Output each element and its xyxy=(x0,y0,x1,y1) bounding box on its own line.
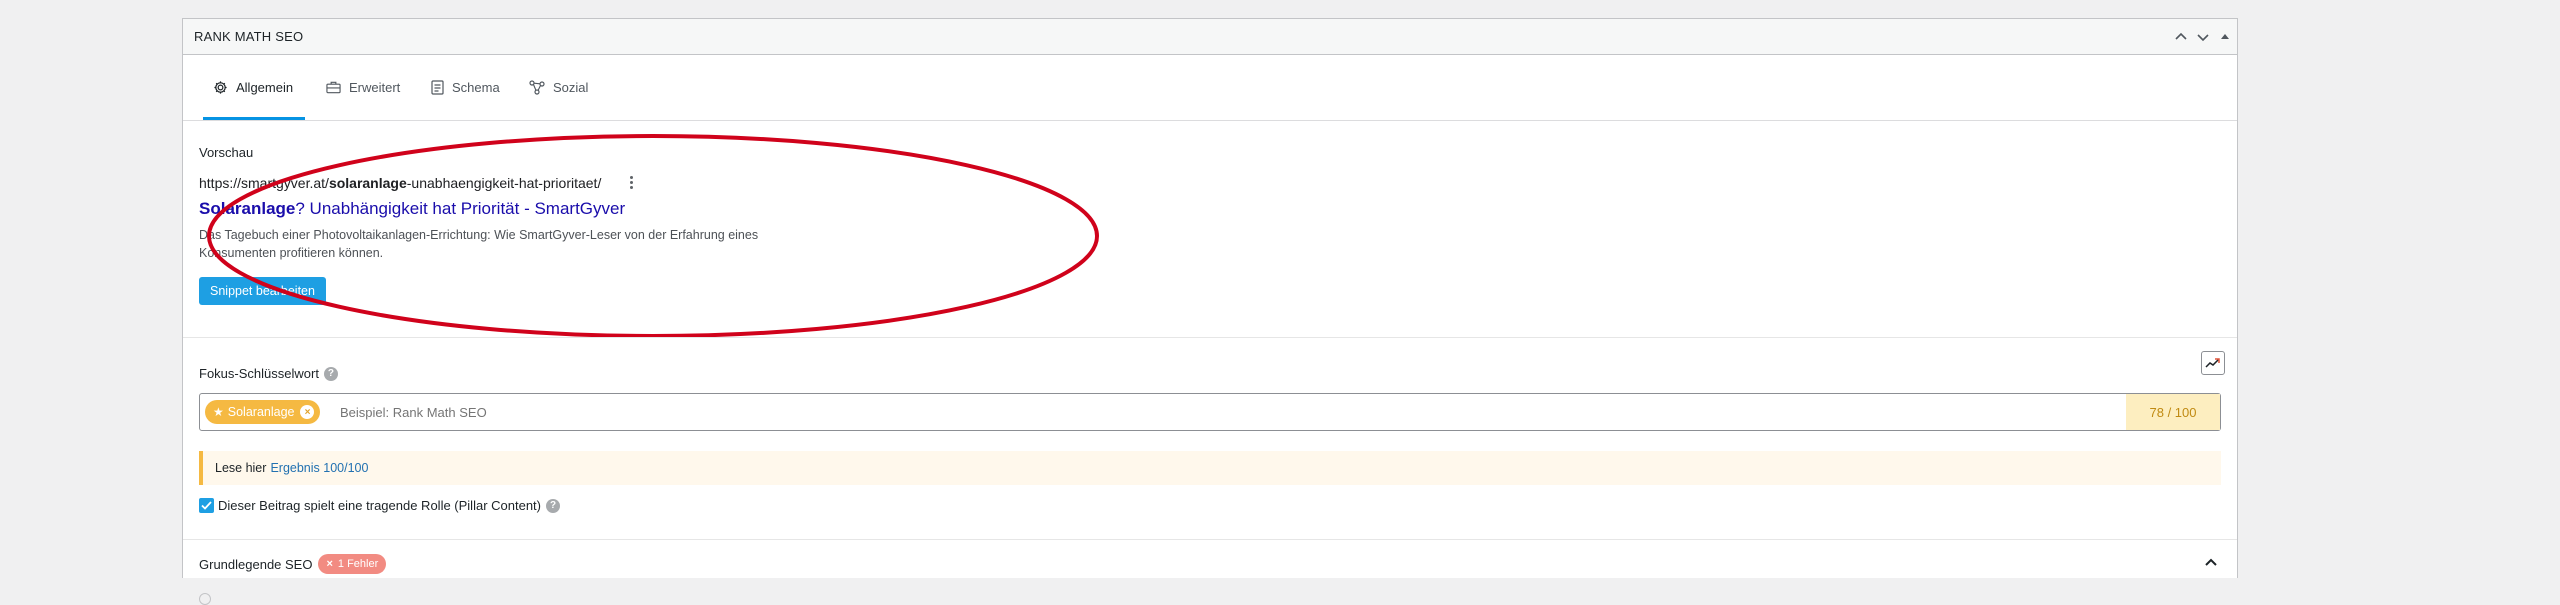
trend-chart-icon xyxy=(2205,358,2220,368)
description-line-1: Das Tagebuch einer Photovoltaikanlagen-E… xyxy=(199,228,759,242)
url-prefix: https://smartgyver.at/ xyxy=(199,175,329,191)
edit-snippet-button[interactable]: Snippet bearbeiten xyxy=(199,277,326,305)
move-down-button[interactable] xyxy=(2193,27,2213,47)
tab-sozial[interactable]: Sozial xyxy=(529,55,588,119)
tab-bar: Allgemein Erweitert Schema Sozial xyxy=(183,55,2237,121)
basic-seo-section-header[interactable]: Grundlegende SEO × 1 Fehler xyxy=(199,554,387,574)
snippet-url: https://smartgyver.at/solaranlage-unabha… xyxy=(199,175,601,191)
help-icon[interactable]: ? xyxy=(323,366,338,381)
tab-label: Allgemein xyxy=(236,79,294,95)
toggle-panel-button[interactable] xyxy=(2215,27,2235,47)
divider xyxy=(183,539,2237,540)
schema-doc-icon xyxy=(431,79,444,95)
chevron-down-icon xyxy=(2197,34,2209,42)
title-rest: ? Unabhängigkeit hat Priorität - SmartGy… xyxy=(295,199,626,218)
tab-label: Schema xyxy=(452,79,500,95)
pillar-label: Dieser Beitrag spielt eine tragende Roll… xyxy=(218,498,541,513)
tab-schema[interactable]: Schema xyxy=(431,55,500,119)
move-up-button[interactable] xyxy=(2171,27,2191,47)
focus-keyword-field[interactable]: ★ Solaranlage × 78 / 100 xyxy=(199,393,2221,431)
panel-title: RANK MATH SEO xyxy=(194,29,304,44)
keyword-trends-button[interactable] xyxy=(2201,351,2225,375)
triangle-up-icon xyxy=(2221,34,2229,39)
preview-label: Vorschau xyxy=(199,145,254,160)
remove-tag-icon[interactable]: × xyxy=(300,405,315,419)
score-info-box: Lese hier Ergebnis 100/100 xyxy=(199,451,2221,485)
tab-erweitert[interactable]: Erweitert xyxy=(326,55,400,119)
tab-allgemein[interactable]: Allgemein xyxy=(202,55,306,120)
keyword-tag-label: Solaranlage xyxy=(227,405,295,419)
error-badge: × 1 Fehler xyxy=(318,554,387,574)
info-text: Lese hier xyxy=(215,461,267,475)
more-vertical-icon[interactable] xyxy=(625,172,637,192)
gear-icon xyxy=(213,80,228,95)
focus-keyword-text: Fokus-Schlüsselwort xyxy=(199,366,319,381)
toolbox-icon xyxy=(326,80,341,94)
snippet-title: Solaranlage? Unabhängigkeit hat Prioritä… xyxy=(199,199,625,219)
error-badge-label: 1 Fehler xyxy=(337,558,379,570)
keyword-score: 78 / 100 xyxy=(2126,394,2220,430)
rank-math-seo-panel: RANK MATH SEO Allgemein Erweitert Schema… xyxy=(182,18,2238,605)
panel-header: RANK MATH SEO xyxy=(183,19,2237,55)
divider xyxy=(183,337,2237,338)
status-dot xyxy=(199,593,211,605)
basic-seo-label: Grundlegende SEO xyxy=(199,556,313,572)
checkmark-icon xyxy=(201,501,212,510)
tab-label: Sozial xyxy=(553,79,589,95)
star-icon: ★ xyxy=(213,405,224,419)
score-link[interactable]: Ergebnis 100/100 xyxy=(270,461,368,475)
url-suffix: -unabhaengigkeit-hat-prioritaet/ xyxy=(406,175,602,191)
keyword-tag[interactable]: ★ Solaranlage × xyxy=(205,400,321,424)
collapse-section-button[interactable] xyxy=(2203,555,2219,571)
chevron-up-icon xyxy=(2175,32,2187,40)
snippet-description: Das Tagebuch einer Photovoltaikanlagen-E… xyxy=(199,226,799,262)
title-keyword: Solaranlage xyxy=(199,199,296,218)
url-keyword: solaranlage xyxy=(328,175,407,191)
pillar-content-option[interactable]: Dieser Beitrag spielt eine tragende Roll… xyxy=(199,498,560,513)
focus-keyword-label: Fokus-Schlüsselwort ? xyxy=(199,366,338,381)
keyword-input[interactable] xyxy=(340,405,840,420)
pillar-checkbox[interactable] xyxy=(199,498,214,513)
chevron-up-icon xyxy=(2205,558,2217,566)
share-nodes-icon xyxy=(529,79,545,95)
x-icon: × xyxy=(326,558,333,570)
tab-label: Erweitert xyxy=(349,79,401,95)
description-line-2: Konsumenten profitieren können. xyxy=(199,246,384,260)
help-icon[interactable]: ? xyxy=(546,498,560,513)
